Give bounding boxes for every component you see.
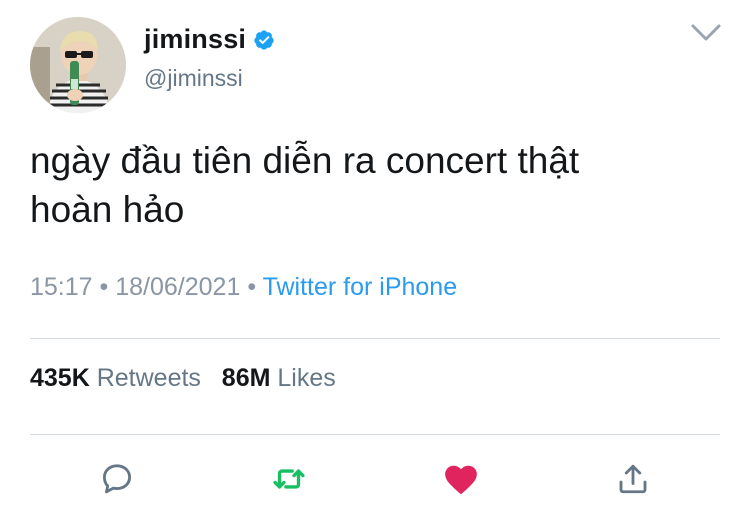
tweet-text-line: ngày đầu tiên diễn ra concert thật bbox=[30, 140, 580, 181]
tweet-text: ngày đầu tiên diễn ra concert thật hoàn … bbox=[30, 136, 710, 234]
like-button[interactable] bbox=[441, 459, 481, 499]
tweet-text-line: hoàn hảo bbox=[30, 189, 185, 230]
likes-count: 86M bbox=[221, 364, 271, 392]
avatar-image bbox=[30, 17, 126, 113]
tweet-stats: 435K Retweets 86M Likes bbox=[30, 364, 336, 393]
meta-separator: • bbox=[99, 273, 109, 301]
reply-icon bbox=[102, 464, 132, 494]
reply-button[interactable] bbox=[97, 459, 137, 499]
meta-separator: • bbox=[247, 273, 257, 301]
share-button[interactable] bbox=[613, 459, 653, 499]
share-icon bbox=[619, 464, 647, 494]
author-name-row[interactable]: jiminssi bbox=[144, 24, 275, 55]
divider bbox=[30, 434, 720, 435]
likes-label: Likes bbox=[277, 364, 336, 392]
tweet-time[interactable]: 15:17 bbox=[30, 273, 93, 301]
retweets-count: 435K bbox=[30, 364, 90, 392]
retweets-stat[interactable]: 435K Retweets bbox=[30, 364, 208, 392]
user-handle[interactable]: @jiminssi bbox=[144, 65, 243, 92]
tweet-date[interactable]: 18/06/2021 bbox=[115, 273, 240, 301]
retweet-button[interactable] bbox=[269, 459, 309, 499]
retweet-icon bbox=[273, 469, 305, 489]
tweet-meta: 15:17 • 18/06/2021 • Twitter for iPhone bbox=[30, 273, 457, 302]
likes-stat[interactable]: 86M Likes bbox=[222, 364, 336, 392]
display-name[interactable]: jiminssi bbox=[144, 24, 246, 55]
tweet-source-link[interactable]: Twitter for iPhone bbox=[263, 273, 458, 301]
chevron-down-icon[interactable] bbox=[690, 22, 722, 44]
retweets-label: Retweets bbox=[96, 364, 201, 392]
like-icon bbox=[445, 465, 477, 495]
verified-badge-icon bbox=[254, 29, 274, 50]
divider bbox=[30, 338, 720, 339]
avatar[interactable] bbox=[30, 17, 126, 113]
